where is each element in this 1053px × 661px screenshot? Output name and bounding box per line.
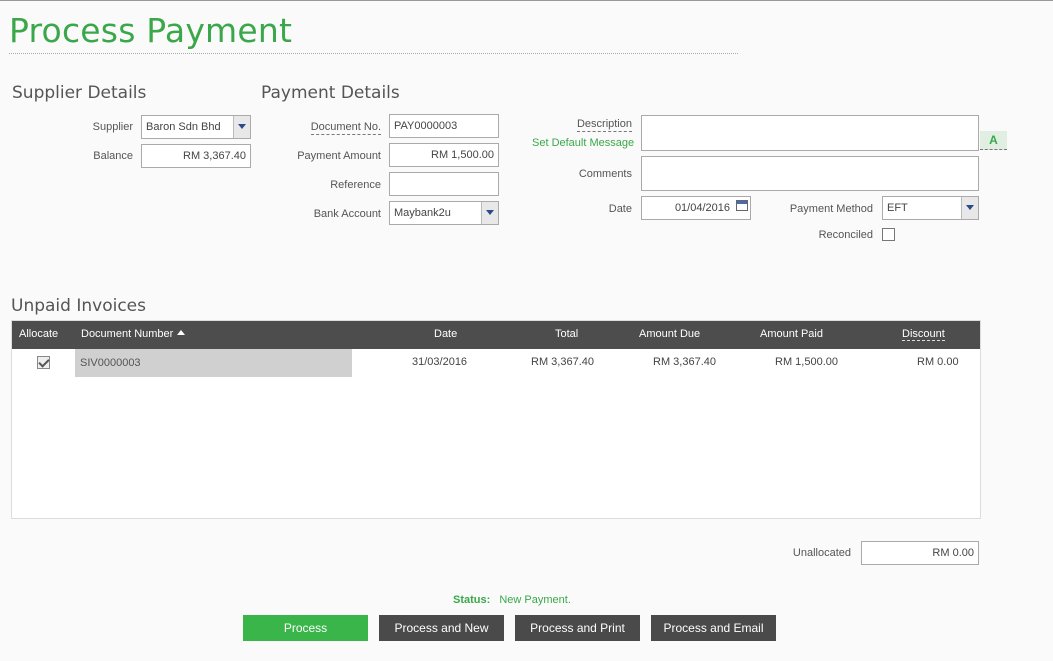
invoices-grid: Allocate Document Number Date Total Amou… (11, 320, 981, 519)
payment-details-heading: Payment Details (261, 83, 400, 103)
col-amount-due[interactable]: Amount Due (639, 328, 700, 340)
unallocated-field: RM 0.00 (861, 541, 979, 565)
process-button[interactable]: Process (243, 615, 368, 641)
set-default-message-link[interactable]: Set Default Message (532, 137, 634, 149)
description-label-wrap: Description (520, 118, 632, 132)
chevron-down-icon[interactable] (481, 202, 498, 224)
date-label: Date (608, 203, 632, 215)
chevron-down-icon[interactable] (233, 116, 250, 138)
payment-method-value: EFT (887, 202, 908, 214)
row-total: RM 3,367.40 (531, 356, 594, 368)
comments-label: Comments (578, 168, 632, 180)
document-no-label: Document No. (310, 121, 381, 135)
col-date[interactable]: Date (434, 328, 457, 340)
sort-ascending-icon (177, 330, 186, 335)
grid-header: Allocate Document Number Date Total Amou… (12, 321, 980, 349)
reconciled-checkbox[interactable] (882, 228, 895, 241)
reference-input[interactable] (389, 172, 499, 196)
status-value: New Payment. (499, 594, 571, 606)
reference-label: Reference (330, 179, 381, 191)
supplier-details-heading: Supplier Details (12, 83, 147, 103)
supplier-select[interactable]: Baron Sdn Bhd (141, 115, 251, 139)
payment-amount-input[interactable]: RM 1,500.00 (389, 143, 499, 167)
description-input[interactable] (641, 115, 979, 151)
payment-method-select[interactable]: EFT (882, 196, 979, 220)
col-discount[interactable]: Discount (902, 328, 945, 341)
row-document-number[interactable]: SIV0000003 (75, 349, 352, 377)
table-row[interactable]: SIV0000003 31/03/2016 RM 3,367.40 RM 3,3… (12, 349, 980, 377)
row-discount: RM 0.00 (917, 356, 959, 368)
balance-label: Balance (93, 150, 133, 162)
date-input[interactable]: 01/04/2016 (641, 196, 751, 220)
bank-account-select[interactable]: Maybank2u (389, 201, 499, 225)
page-title: Process Payment (9, 11, 293, 50)
col-document-number-label: Document Number (81, 328, 174, 340)
unpaid-invoices-heading: Unpaid Invoices (11, 296, 146, 316)
comments-input[interactable] (641, 156, 979, 191)
calendar-icon[interactable] (736, 200, 748, 211)
process-and-email-button[interactable]: Process and Email (651, 615, 776, 641)
col-amount-paid[interactable]: Amount Paid (760, 328, 823, 340)
description-label: Description (576, 118, 632, 132)
chevron-down-icon[interactable] (961, 197, 978, 219)
date-value: 01/04/2016 (674, 202, 730, 214)
title-divider (9, 53, 738, 54)
col-allocate[interactable]: Allocate (19, 328, 58, 340)
format-text-icon[interactable]: A (980, 131, 1007, 150)
balance-field: RM 3,367.40 (141, 144, 251, 168)
document-no-input[interactable]: PAY0000003 (389, 114, 499, 138)
row-amount-paid: RM 1,500.00 (775, 356, 838, 368)
document-no-label-wrap: Document No. (270, 121, 381, 135)
row-date: 31/03/2016 (412, 356, 468, 368)
bank-account-label: Bank Account (313, 208, 381, 220)
supplier-label: Supplier (92, 121, 133, 133)
row-amount-due: RM 3,367.40 (653, 356, 716, 368)
process-and-new-button[interactable]: Process and New (379, 615, 504, 641)
status-line: Status: New Payment. (453, 594, 571, 606)
status-label: Status: (453, 594, 491, 606)
payment-method-label: Payment Method (789, 203, 873, 215)
col-document-number[interactable]: Document Number (81, 328, 186, 340)
bank-account-value: Maybank2u (394, 207, 451, 219)
reconciled-label: Reconciled (818, 229, 873, 241)
allocate-checkbox[interactable] (37, 356, 50, 369)
col-total[interactable]: Total (555, 328, 578, 340)
payment-amount-label: Payment Amount (297, 150, 381, 162)
process-and-print-button[interactable]: Process and Print (515, 615, 640, 641)
supplier-select-value: Baron Sdn Bhd (146, 121, 221, 133)
unallocated-label: Unallocated (792, 547, 851, 559)
